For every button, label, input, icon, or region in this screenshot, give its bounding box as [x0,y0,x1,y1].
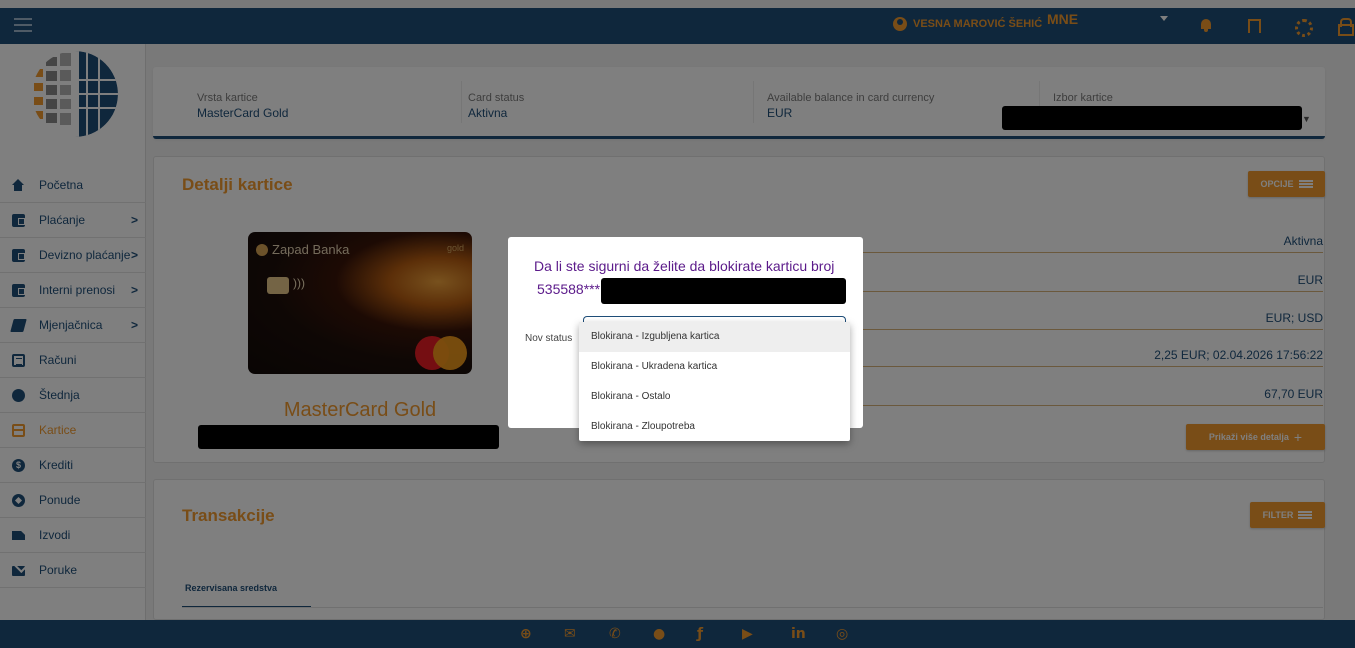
status-option[interactable]: Blokirana - Zloupotreba [579,412,850,442]
dialog-card-number: 535588*** [537,281,601,297]
status-dropdown: Blokirana - Izgubljena kartica Blokirana… [579,322,850,441]
status-option[interactable]: Blokirana - Ostalo [579,382,850,412]
redacted-dialog-card-number [601,278,846,304]
status-option[interactable]: Blokirana - Izgubljena kartica [579,322,850,352]
new-status-label: Nov status [525,333,573,344]
dialog-question: Da li ste sigurni da želite da blokirate… [534,258,835,274]
status-option[interactable]: Blokirana - Ukradena kartica [579,352,850,382]
